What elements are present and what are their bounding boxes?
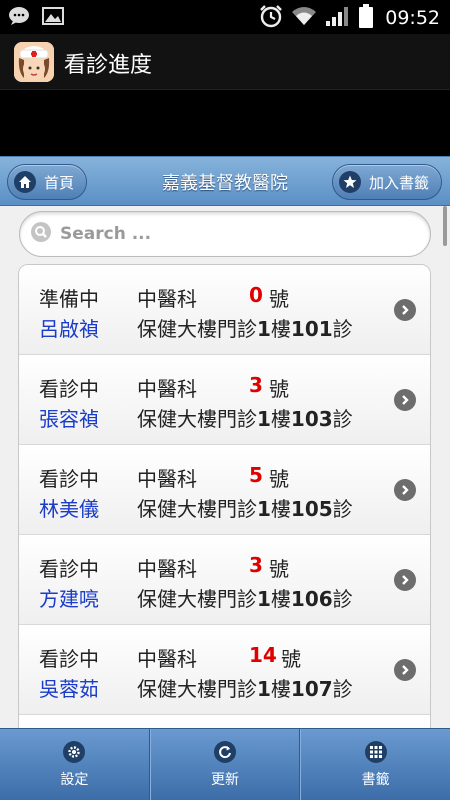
chevron-right-icon bbox=[394, 299, 416, 321]
chevron-right-icon bbox=[394, 389, 416, 411]
doctor-name: 吳蓉茹 bbox=[39, 677, 99, 701]
number-suffix: 號 bbox=[281, 647, 301, 671]
refresh-icon bbox=[214, 740, 236, 763]
number-suffix: 號 bbox=[269, 467, 289, 491]
current-number: 5 bbox=[249, 463, 263, 487]
department: 中醫科 bbox=[137, 557, 197, 581]
status-bar: 09:52 bbox=[0, 0, 450, 34]
chevron-right-icon bbox=[394, 569, 416, 591]
refresh-button[interactable]: 更新 bbox=[149, 729, 301, 800]
grid-icon bbox=[364, 740, 387, 763]
doctor-name: 張容禎 bbox=[39, 407, 99, 431]
image-icon bbox=[42, 6, 64, 30]
chevron-right-icon bbox=[394, 479, 416, 501]
room-location: 保健大樓門診1樓103診 bbox=[137, 407, 353, 431]
current-number: 14 bbox=[249, 643, 277, 667]
list-item[interactable]: 看診中 中醫科 14 號 吳蓉茹 保健大樓門診1樓107診 bbox=[19, 625, 430, 715]
add-bookmark-label: 加入書籤 bbox=[368, 173, 429, 192]
department: 中醫科 bbox=[137, 467, 197, 491]
number-suffix: 號 bbox=[269, 377, 289, 401]
room-location: 保健大樓門診1樓107診 bbox=[137, 677, 353, 701]
room-location: 保健大樓門診1樓101診 bbox=[137, 317, 353, 341]
bookmarks-label: 書籤 bbox=[361, 771, 390, 788]
home-button-label: 首頁 bbox=[44, 173, 75, 192]
clinic-status: 看診中 bbox=[39, 647, 99, 671]
clinic-status: 準備中 bbox=[39, 287, 99, 311]
bottom-nav: 設定 更新 書籤 bbox=[0, 728, 450, 800]
action-bar: 看診進度 bbox=[0, 34, 450, 90]
page-header: 嘉義基督教醫院 首頁 加入書籤 bbox=[0, 156, 450, 206]
add-bookmark-button[interactable]: 加入書籤 bbox=[331, 164, 442, 200]
clinic-status: 看診中 bbox=[39, 377, 99, 401]
list-item[interactable]: 準備中 中醫科 0 號 呂啟禎 保健大樓門診1樓101診 bbox=[19, 265, 430, 355]
gear-icon bbox=[63, 740, 86, 763]
chevron-right-icon bbox=[394, 659, 416, 681]
department: 中醫科 bbox=[137, 287, 197, 311]
clinic-status: 看診中 bbox=[39, 557, 99, 581]
search-icon bbox=[30, 221, 52, 247]
current-number: 3 bbox=[249, 553, 263, 577]
signal-icon bbox=[325, 5, 351, 31]
home-icon bbox=[14, 171, 36, 193]
department: 中醫科 bbox=[137, 647, 197, 671]
settings-button[interactable]: 設定 bbox=[0, 729, 150, 800]
battery-icon bbox=[359, 4, 374, 32]
refresh-label: 更新 bbox=[211, 771, 239, 788]
doctor-name: 林美儀 bbox=[39, 497, 99, 521]
clock: 09:52 bbox=[385, 7, 440, 29]
clinic-list: 準備中 中醫科 0 號 呂啟禎 保健大樓門診1樓101診 看診中 中醫科 3 號… bbox=[18, 264, 431, 728]
doctor-name: 方建喨 bbox=[39, 587, 99, 611]
room-location: 保健大樓門診1樓105診 bbox=[137, 497, 353, 521]
scrollbar[interactable] bbox=[443, 206, 447, 246]
chat-icon bbox=[8, 6, 30, 30]
number-suffix: 號 bbox=[269, 287, 289, 311]
bookmarks-button[interactable]: 書籤 bbox=[300, 729, 450, 800]
wifi-icon bbox=[291, 5, 317, 31]
spacer bbox=[0, 90, 450, 156]
list-item[interactable]: 看診中 中醫科 3 號 方建喨 保健大樓門診1樓106診 bbox=[19, 535, 430, 625]
settings-label: 設定 bbox=[60, 771, 89, 788]
content-area[interactable]: 準備中 中醫科 0 號 呂啟禎 保健大樓門診1樓101診 看診中 中醫科 3 號… bbox=[0, 206, 450, 728]
star-icon bbox=[338, 171, 361, 193]
search-input[interactable] bbox=[60, 224, 400, 244]
doctor-name: 呂啟禎 bbox=[39, 317, 99, 341]
clinic-status: 看診中 bbox=[39, 467, 99, 491]
current-number: 0 bbox=[249, 283, 263, 307]
list-item[interactable]: 看診中 中醫科 5 號 林美儀 保健大樓門診1樓105診 bbox=[19, 445, 430, 535]
home-button[interactable]: 首頁 bbox=[7, 164, 88, 200]
number-suffix: 號 bbox=[269, 557, 289, 581]
list-item[interactable]: 看診中 中醫科 3 號 張容禎 保健大樓門診1樓103診 bbox=[19, 355, 430, 445]
nurse-app-icon bbox=[14, 42, 54, 82]
room-location: 保健大樓門診1樓106診 bbox=[137, 587, 353, 611]
current-number: 3 bbox=[249, 373, 263, 397]
alarm-icon bbox=[259, 4, 283, 32]
list-item[interactable] bbox=[19, 715, 430, 728]
app-title: 看診進度 bbox=[64, 53, 153, 78]
search-box[interactable] bbox=[19, 211, 431, 257]
department: 中醫科 bbox=[137, 377, 197, 401]
